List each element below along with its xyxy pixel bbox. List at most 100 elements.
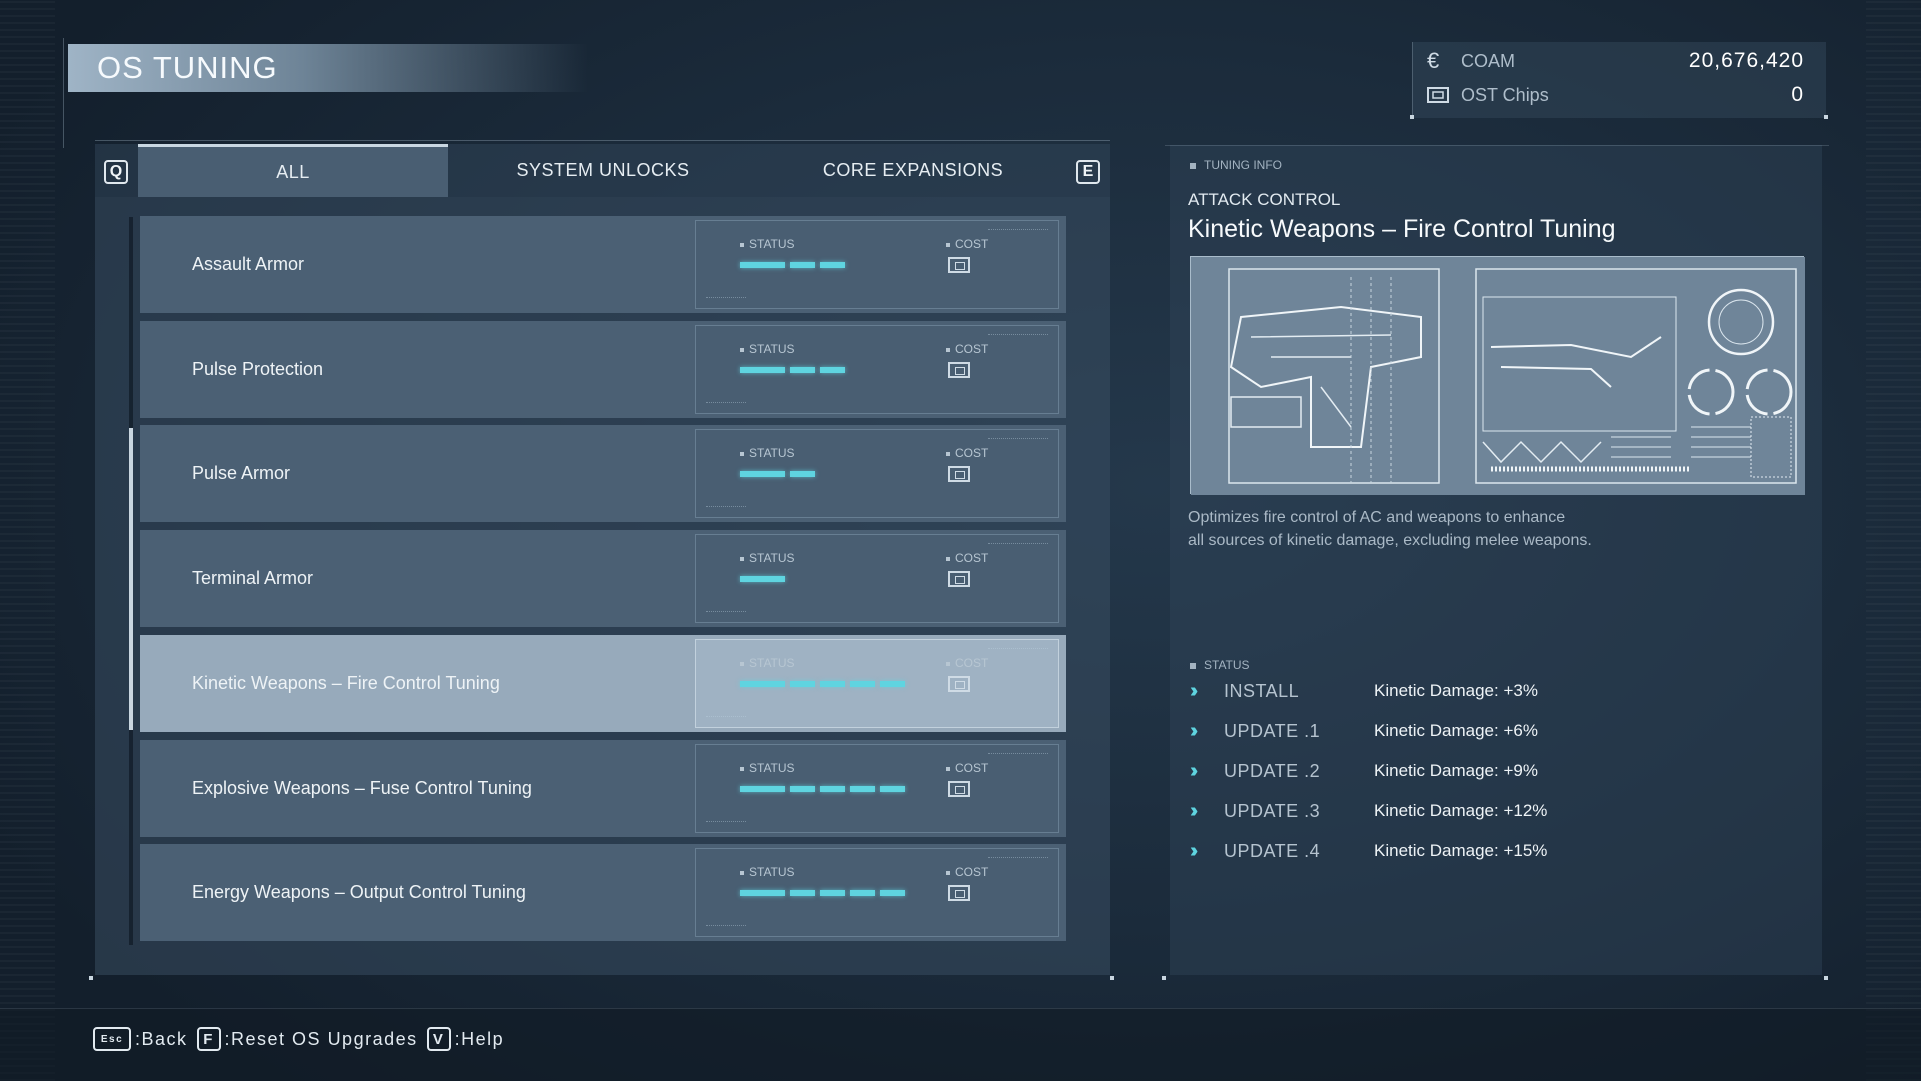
v-key[interactable]: V xyxy=(426,1027,451,1051)
corner-dot xyxy=(1410,115,1414,119)
status-level-bars xyxy=(740,681,905,687)
status-bar-segment xyxy=(740,367,785,373)
corner-dot xyxy=(1824,115,1828,119)
tuning-list-item[interactable]: Pulse Protection STATUS COST xyxy=(140,321,1066,418)
right-edge-pattern xyxy=(1866,0,1921,1081)
tuning-list-item[interactable]: Assault Armor STATUS COST xyxy=(140,216,1066,313)
status-label: STATUS xyxy=(740,656,795,670)
ost-value: 0 xyxy=(1791,83,1804,106)
tab-system-unlocks[interactable]: SYSTEM UNLOCKS xyxy=(448,144,758,197)
key-hints: Esc :Back F :Reset OS Upgrades V :Help xyxy=(93,1027,513,1051)
status-level-bars xyxy=(740,471,900,477)
status-bar-segment xyxy=(820,681,845,687)
tuning-item-label: Pulse Armor xyxy=(192,463,291,483)
status-bar-segment xyxy=(880,786,905,792)
tab-all[interactable]: ALL xyxy=(138,144,448,197)
tuning-description: Optimizes fire control of AC and weapons… xyxy=(1188,506,1708,552)
scrollbar-thumb[interactable] xyxy=(129,428,133,730)
double-chevron-icon: ›› xyxy=(1190,799,1198,822)
reset-os-upgrades-hint[interactable]: :Reset OS Upgrades xyxy=(225,1029,418,1050)
tuning-item-label: Energy Weapons – Output Control Tuning xyxy=(192,882,526,902)
tuning-name: Kinetic Weapons – Fire Control Tuning xyxy=(1188,215,1616,243)
card-decoration xyxy=(706,402,746,405)
cost-label: COST xyxy=(946,551,988,565)
level-effect: Kinetic Damage: +9% xyxy=(1374,761,1538,780)
coam-label: COAM xyxy=(1461,50,1515,71)
level-name: UPDATE .2 xyxy=(1224,760,1321,781)
status-bar-segment xyxy=(820,262,845,268)
cost-label: COST xyxy=(946,865,988,879)
cost-label: COST xyxy=(946,237,988,251)
level-effect: Kinetic Damage: +6% xyxy=(1374,721,1538,740)
left-edge-pattern xyxy=(0,0,55,1081)
corner-dot xyxy=(1824,976,1828,980)
status-bar-segment xyxy=(790,471,815,477)
tuning-list-item[interactable]: Energy Weapons – Output Control Tuning ST… xyxy=(140,844,1066,941)
coam-value: 20,676,420 xyxy=(1688,49,1804,72)
status-bar-segment xyxy=(850,890,875,896)
currency-panel: € COAM 20,676,420 OST Chips 0 xyxy=(1412,42,1826,118)
status-level-bars xyxy=(740,367,900,373)
status-level-bars xyxy=(740,786,905,792)
corner-dot xyxy=(1162,976,1166,980)
card-decoration xyxy=(706,297,746,300)
tab-prev-key[interactable]: Q xyxy=(104,160,128,184)
chip-icon xyxy=(948,257,970,273)
card-decoration xyxy=(988,229,1048,232)
level-effect: Kinetic Damage: +12% xyxy=(1374,801,1548,820)
tuning-list-item[interactable]: Explosive Weapons – Fuse Control Tuning S… xyxy=(140,740,1066,837)
card-decoration xyxy=(988,543,1048,546)
double-chevron-icon: ›› xyxy=(1190,679,1198,702)
card-decoration xyxy=(706,925,746,928)
tuning-list-item[interactable]: Kinetic Weapons – Fire Control Tuning STA… xyxy=(140,635,1066,732)
cost-label: COST xyxy=(946,656,988,670)
status-bar-segment xyxy=(790,262,815,268)
status-label: STATUS xyxy=(740,865,795,879)
level-name: UPDATE .4 xyxy=(1224,840,1321,861)
level-name: UPDATE .1 xyxy=(1224,720,1321,741)
esc-key[interactable]: Esc xyxy=(93,1027,131,1051)
double-chevron-icon: ›› xyxy=(1190,759,1198,782)
status-level-bars xyxy=(740,576,900,582)
ost-chip-icon xyxy=(1427,86,1453,104)
back-hint[interactable]: :Back xyxy=(135,1029,188,1050)
status-bar-segment xyxy=(740,262,785,268)
level-name: INSTALL xyxy=(1224,680,1300,701)
card-decoration xyxy=(988,334,1048,337)
tab-core-expansions[interactable]: CORE EXPANSIONS xyxy=(758,144,1068,197)
status-bar-segment xyxy=(790,681,815,687)
level-name: UPDATE .3 xyxy=(1224,800,1321,821)
f-key[interactable]: F xyxy=(196,1027,221,1051)
card-decoration xyxy=(706,506,746,509)
tuning-item-label: Terminal Armor xyxy=(192,568,314,588)
cost-label: COST xyxy=(946,342,988,356)
status-level-row: ›› INSTALL Kinetic Damage: +3% xyxy=(1190,676,1750,706)
status-bar-segment xyxy=(820,890,845,896)
status-bar-segment xyxy=(740,786,785,792)
status-bar-segment xyxy=(740,890,785,896)
level-effect: Kinetic Damage: +15% xyxy=(1374,841,1548,860)
card-decoration xyxy=(988,648,1048,651)
tuning-item-card: STATUS COST xyxy=(695,429,1059,518)
ost-row: OST Chips 0 xyxy=(1427,80,1804,110)
double-chevron-icon: ›› xyxy=(1190,719,1198,742)
corner-dot xyxy=(1110,976,1114,980)
card-decoration xyxy=(706,611,746,614)
chip-icon xyxy=(948,466,970,482)
card-decoration xyxy=(706,821,746,824)
tuning-list-item[interactable]: Terminal Armor STATUS COST xyxy=(140,530,1066,627)
status-bar-segment xyxy=(850,681,875,687)
cost-label: COST xyxy=(946,446,988,460)
description-line-2: all sources of kinetic damage, excluding… xyxy=(1188,532,1592,549)
status-level-bars xyxy=(740,262,900,268)
tab-next-key[interactable]: E xyxy=(1076,160,1100,184)
status-label: STATUS xyxy=(740,446,795,460)
tuning-list-item[interactable]: Pulse Armor STATUS COST xyxy=(140,425,1066,522)
card-decoration xyxy=(988,753,1048,756)
status-label: STATUS xyxy=(740,761,795,775)
help-hint[interactable]: :Help xyxy=(455,1029,505,1050)
chip-icon xyxy=(948,676,970,692)
status-level-row: ›› UPDATE .2 Kinetic Damage: +9% xyxy=(1190,756,1750,786)
status-level-bars xyxy=(740,890,905,896)
chip-icon xyxy=(948,781,970,797)
